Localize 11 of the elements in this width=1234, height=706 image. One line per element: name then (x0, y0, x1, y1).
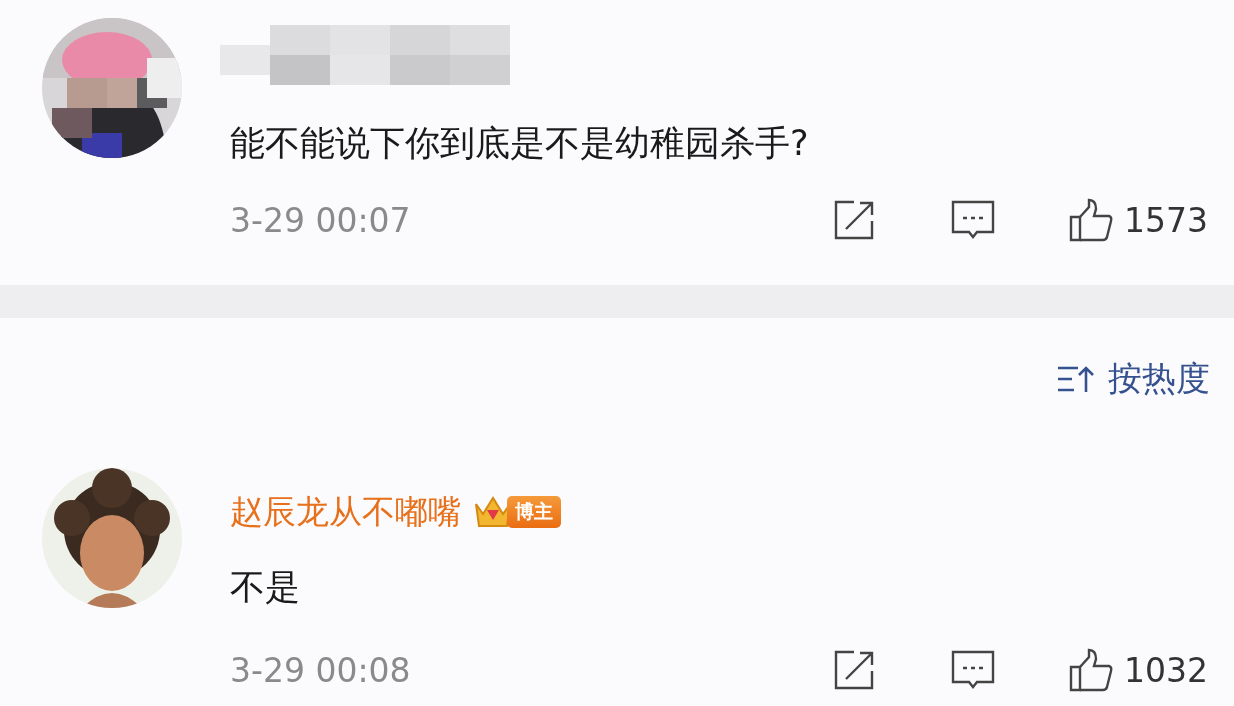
thumbs-up-icon[interactable] (1068, 647, 1114, 693)
like-count: 1032 (1124, 650, 1208, 690)
sort-button[interactable]: 按热度 (1056, 356, 1210, 402)
thumbs-up-icon[interactable] (1068, 197, 1114, 243)
sort-icon (1056, 364, 1094, 394)
timestamp: 3-29 00:07 (230, 200, 412, 240)
comment-text: 能不能说下你到底是不是幼稚园杀手? (230, 122, 810, 165)
like-count: 1573 (1124, 200, 1208, 240)
blogger-badge: 博主 (507, 496, 561, 528)
comment-text: 不是 (230, 566, 301, 609)
timestamp: 3-29 00:08 (230, 650, 412, 690)
